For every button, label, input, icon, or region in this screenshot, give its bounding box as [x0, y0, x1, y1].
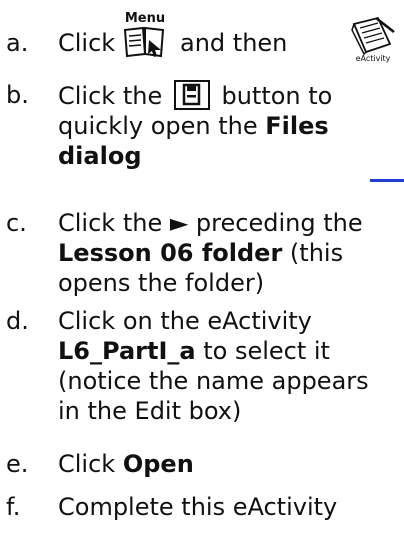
- save-disk-icon: [182, 83, 201, 106]
- accent-line: [370, 179, 404, 182]
- step-text-part: in the Edit box): [58, 397, 242, 425]
- step-text: Click the ► preceding the Lesson 06 fold…: [58, 208, 388, 298]
- step-marker: d.: [6, 307, 29, 335]
- step-text-part: Click: [58, 450, 116, 478]
- step-text-part: opens the folder): [58, 269, 265, 297]
- lesson-folder-label: Lesson 06 folder: [58, 239, 283, 267]
- step-text: Complete this eActivity: [58, 493, 338, 521]
- menu-icon[interactable]: Menu: [119, 12, 171, 58]
- eactivity-notebook-icon: [351, 16, 395, 56]
- step-e: e. Click Open: [0, 449, 404, 479]
- step-a: a. Click Menu and then eActivity: [0, 12, 404, 66]
- step-c: c. Click the ► preceding the Lesson 06 f…: [0, 208, 404, 303]
- step-f: f. Complete this eActivity: [0, 492, 404, 522]
- step-text-part: button to: [221, 82, 333, 110]
- eactivity-icon[interactable]: eActivity: [348, 14, 398, 66]
- dialog-label: dialog: [58, 142, 142, 170]
- step-marker: a.: [6, 29, 29, 57]
- and-then-text: and then: [180, 29, 288, 57]
- step-text: Click Open: [58, 449, 388, 479]
- step-text-part: Click the ► preceding the: [58, 209, 363, 237]
- step-d: d. Click on the eActivity L6_PartI_a to …: [0, 306, 404, 431]
- step-marker: c.: [6, 209, 27, 237]
- step-marker: e.: [6, 450, 29, 478]
- step-text-part: to select it: [203, 337, 330, 365]
- step-b: b. Click the button to quickly open the …: [0, 80, 404, 190]
- step-text-part: Click the: [58, 82, 163, 110]
- step-text-part: Click on the eActivity: [58, 307, 312, 335]
- files-button[interactable]: [173, 80, 210, 110]
- step-text-part: quickly open the: [58, 112, 258, 140]
- files-label: Files: [265, 112, 329, 140]
- step-marker: b.: [6, 81, 29, 109]
- eactivity-name-label: L6_PartI_a: [58, 337, 196, 365]
- eactivity-icon-label: eActivity: [355, 54, 391, 63]
- step-text: Click on the eActivity L6_PartI_a to sel…: [58, 306, 388, 426]
- step-text: Click the button to quickly open the Fil…: [58, 80, 388, 171]
- open-label: Open: [122, 450, 194, 478]
- instruction-page: a. Click Menu and then eActivity b. Clic…: [0, 0, 404, 533]
- step-marker: f.: [6, 493, 21, 521]
- step-text-part: (notice the name appears: [58, 367, 369, 395]
- menu-book-icon: [123, 26, 165, 58]
- step-text-part: (this: [289, 239, 344, 267]
